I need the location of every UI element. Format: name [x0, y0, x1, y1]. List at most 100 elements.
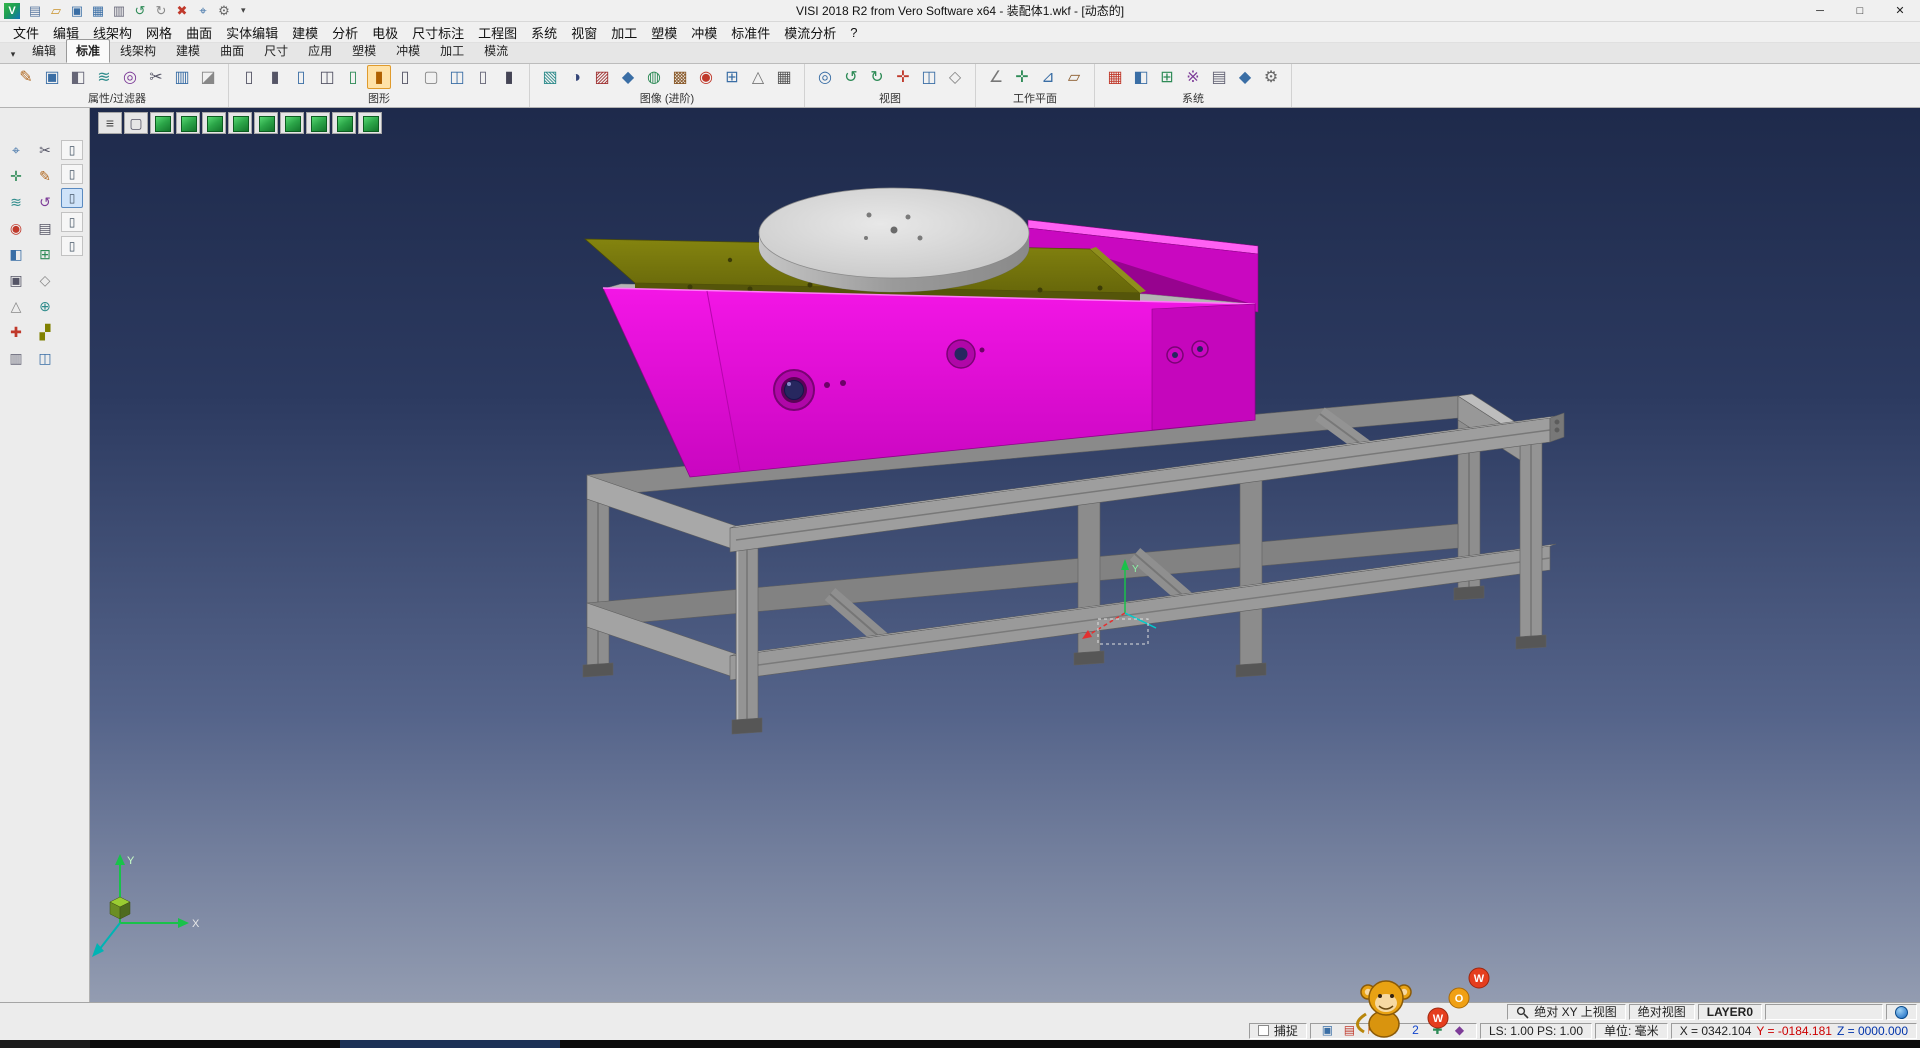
center-view-icon[interactable]: ✛ — [891, 65, 915, 89]
half-select-icon[interactable]: ◧ — [4, 244, 28, 265]
layer-table-icon[interactable]: ▥ — [170, 65, 194, 89]
active-layer-cell[interactable]: LAYER0 — [1698, 1004, 1762, 1020]
open-icon[interactable]: ▱ — [46, 2, 66, 20]
stack-item-icon[interactable]: ▯ — [61, 164, 83, 184]
sketch-icon[interactable]: ✎ — [33, 166, 57, 187]
redo-icon[interactable]: ↻ — [151, 2, 171, 20]
save-all-icon[interactable]: ▦ — [88, 2, 108, 20]
measure-icon[interactable]: ⌖ — [193, 2, 213, 20]
maximize-button[interactable]: □ — [1840, 0, 1880, 22]
undo-icon[interactable]: ↺ — [130, 2, 150, 20]
print-view-icon[interactable]: ▥ — [4, 348, 28, 369]
list-icon[interactable]: ▤ — [1207, 65, 1231, 89]
menu-item[interactable]: 加工 — [604, 23, 644, 42]
rotate-right-icon[interactable]: ↻ — [865, 65, 889, 89]
light-icon[interactable]: ◍ — [642, 65, 666, 89]
workflow-tab[interactable]: 塑模 — [342, 39, 386, 63]
view-cube-iso3[interactable] — [358, 112, 382, 134]
edit-attributes-icon[interactable]: ✎ — [14, 65, 38, 89]
zoom-view-icon[interactable]: ◎ — [813, 65, 837, 89]
rotate-entity-icon[interactable]: ↺ — [33, 192, 57, 213]
workflow-tab[interactable]: 标准 — [66, 39, 110, 63]
trim-icon[interactable]: ✂ — [33, 140, 57, 161]
view-cube-bottom[interactable] — [280, 112, 304, 134]
view-cube-iso2[interactable] — [332, 112, 356, 134]
workflow-tab[interactable]: 冲模 — [386, 39, 430, 63]
snap-checkbox[interactable] — [1258, 1025, 1269, 1036]
menu-item[interactable]: 系统 — [524, 23, 564, 42]
workflow-tab[interactable]: 模流 — [474, 39, 518, 63]
hatch-icon[interactable]: ▨ — [590, 65, 614, 89]
material-icon[interactable]: ◆ — [616, 65, 640, 89]
iso-view-icon[interactable]: ◇ — [943, 65, 967, 89]
tab-dropdown-icon[interactable]: ▾ — [4, 49, 22, 63]
focus-icon[interactable]: ◉ — [4, 218, 28, 239]
workflow-tab[interactable]: 建模 — [166, 39, 210, 63]
active-shading-icon[interactable]: ▮ — [367, 65, 391, 89]
workflow-tab[interactable]: 尺寸 — [254, 39, 298, 63]
add-window-icon[interactable]: ⊞ — [1155, 65, 1179, 89]
gem-icon[interactable]: ◆ — [1233, 65, 1257, 89]
doc-manager-icon[interactable]: ▣ — [1319, 1023, 1336, 1038]
mirror-icon[interactable]: ◫ — [33, 348, 57, 369]
menu-item[interactable]: 冲模 — [684, 23, 724, 42]
spot-icon[interactable]: ◉ — [694, 65, 718, 89]
dual-view-icon[interactable]: ◫ — [445, 65, 469, 89]
scale-cell[interactable]: LS: 1.00 PS: 1.00 — [1480, 1023, 1592, 1039]
menu-item[interactable]: ? — [843, 25, 864, 40]
shaded-display-icon[interactable]: ▯ — [289, 65, 313, 89]
boolean-icon[interactable]: ⊕ — [33, 296, 57, 317]
absolute-view-cell[interactable]: 绝对视图 — [1629, 1004, 1695, 1020]
plane-angle-icon[interactable]: ∠ — [984, 65, 1008, 89]
screen-icon[interactable]: ▦ — [772, 65, 796, 89]
menu-item[interactable]: 塑模 — [644, 23, 684, 42]
close-button[interactable]: ✕ — [1880, 0, 1920, 22]
stack-item-icon[interactable]: ▯ — [61, 188, 83, 208]
stack-item-icon[interactable]: ▯ — [61, 236, 83, 256]
mask-icon[interactable]: ◪ — [196, 65, 220, 89]
dark-display-icon[interactable]: ▮ — [497, 65, 521, 89]
workflow-tab[interactable]: 编辑 — [22, 39, 66, 63]
viewbar-menu-icon[interactable]: ≡ — [98, 112, 122, 134]
rotate-left-icon[interactable]: ↺ — [839, 65, 863, 89]
select-target-icon[interactable]: ⌖ — [4, 140, 28, 161]
split-view-icon[interactable]: ◫ — [917, 65, 941, 89]
split-display-icon[interactable]: ◫ — [315, 65, 339, 89]
triangle-select-icon[interactable]: △ — [4, 296, 28, 317]
ghost-display-icon[interactable]: ▯ — [393, 65, 417, 89]
stack-item-icon[interactable]: ▯ — [61, 212, 83, 232]
menu-item[interactable]: 模流分析 — [777, 23, 843, 42]
stack-item-icon[interactable]: ▯ — [61, 140, 83, 160]
view-orientation-cell[interactable]: 绝对 XY 上视图 — [1507, 1004, 1625, 1020]
add-entity-icon[interactable]: ✚ — [4, 322, 28, 343]
taskbar-strip[interactable] — [0, 1040, 1920, 1048]
shaded-mode-icon[interactable]: ▢ — [124, 112, 148, 134]
view-cube-top[interactable] — [150, 112, 174, 134]
hatch-select-icon[interactable]: ▞ — [33, 322, 57, 343]
delete-icon[interactable]: ✖ — [172, 2, 192, 20]
layers-icon[interactable]: ▤ — [33, 218, 57, 239]
snap-toggle-cell[interactable]: 捕捉 — [1249, 1023, 1307, 1039]
wave-icon[interactable]: ≋ — [4, 192, 28, 213]
view-cube-front[interactable] — [176, 112, 200, 134]
filter-half-icon[interactable]: ◧ — [66, 65, 90, 89]
settings-icon[interactable]: ⚙ — [214, 2, 234, 20]
workflow-tab[interactable]: 加工 — [430, 39, 474, 63]
workflow-tab[interactable]: 线架构 — [110, 39, 166, 63]
plane-origin-icon[interactable]: ✛ — [1010, 65, 1034, 89]
workflow-tab[interactable]: 曲面 — [210, 39, 254, 63]
qat-dropdown-icon[interactable]: ▾ — [237, 5, 250, 16]
box-display-icon[interactable]: ▢ — [419, 65, 443, 89]
units-cell[interactable]: 单位: 毫米 — [1595, 1023, 1668, 1039]
system-settings-icon[interactable]: ⚙ — [1259, 65, 1283, 89]
workflow-tab[interactable]: 应用 — [298, 39, 342, 63]
scene-3d[interactable]: Y Y X — [90, 108, 1920, 1002]
grid-select-icon[interactable]: ⊞ — [33, 244, 57, 265]
solid-display-icon[interactable]: ▮ — [263, 65, 287, 89]
texture-icon[interactable]: ▧ — [538, 65, 562, 89]
minimize-button[interactable]: ─ — [1800, 0, 1840, 22]
wireframe-display-icon[interactable]: ▯ — [237, 65, 261, 89]
online-status-cell[interactable] — [1886, 1004, 1917, 1020]
menu-item[interactable]: 视窗 — [564, 23, 604, 42]
snap-point-icon[interactable]: ✛ — [4, 166, 28, 187]
